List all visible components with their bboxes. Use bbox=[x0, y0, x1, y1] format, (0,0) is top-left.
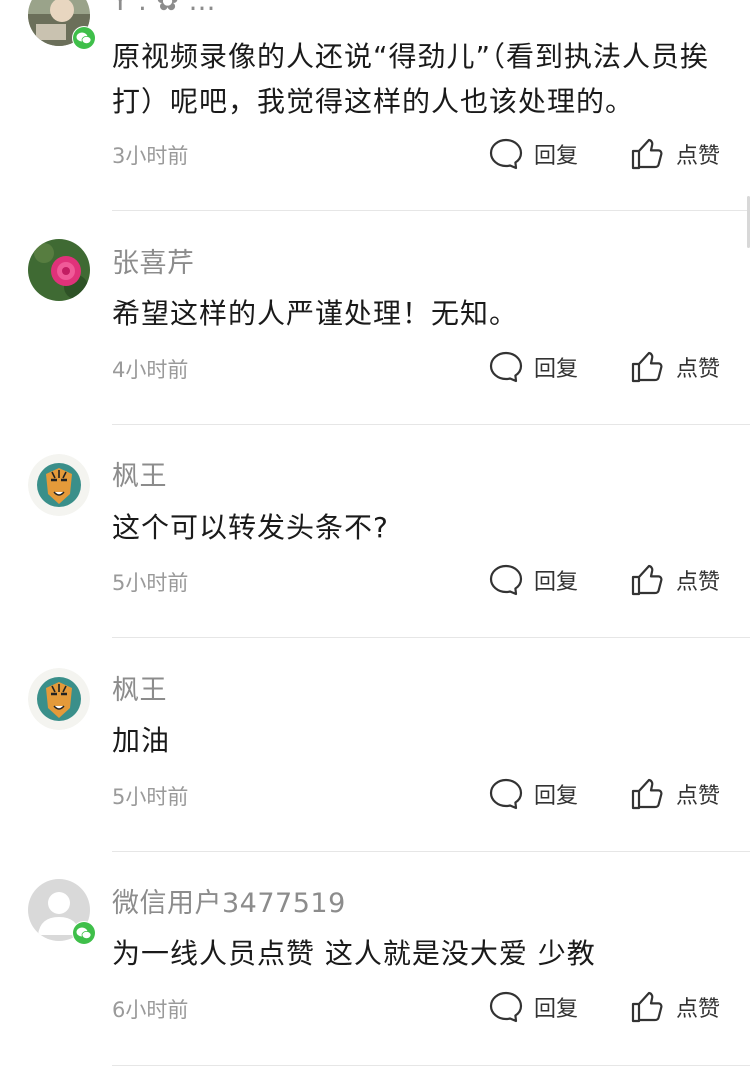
comment-time: 5小时前 bbox=[112, 571, 189, 595]
reply-label: 回复 bbox=[534, 144, 579, 169]
thumbs-up-icon bbox=[630, 989, 666, 1025]
comment-bubble-icon bbox=[488, 776, 524, 812]
comment-time: 5小时前 bbox=[112, 785, 189, 809]
like-button[interactable]: 点赞 bbox=[630, 776, 720, 812]
reply-label: 回复 bbox=[534, 997, 579, 1022]
thumbs-up-icon bbox=[630, 136, 666, 172]
username[interactable]: Y . ✿ … bbox=[112, 0, 216, 17]
thumbs-up-icon bbox=[630, 562, 666, 598]
username[interactable]: 微信用户3477519 bbox=[112, 881, 346, 920]
divider bbox=[112, 637, 750, 638]
comment-text: 原视频录像的人还说“得劲儿”（看到执法人员挨打）呢吧，我觉得这样的人也该处理的。 bbox=[112, 40, 710, 118]
like-label: 点赞 bbox=[676, 570, 721, 595]
comment-time: 3小时前 bbox=[112, 144, 189, 168]
divider bbox=[112, 424, 750, 425]
comment-bubble-icon bbox=[488, 349, 524, 385]
user-avatar[interactable] bbox=[28, 668, 90, 730]
thumbs-up-icon bbox=[630, 776, 666, 812]
reply-button[interactable]: 回复 bbox=[488, 136, 578, 172]
user-avatar[interactable] bbox=[28, 239, 90, 301]
comment-bubble-icon bbox=[488, 989, 524, 1025]
like-button[interactable]: 点赞 bbox=[630, 562, 720, 598]
reply-label: 回复 bbox=[534, 570, 579, 595]
reply-button[interactable]: 回复 bbox=[488, 349, 578, 385]
comment-feed: Y . ✿ … 原视频录像的人还说“得劲儿”（看到执法人员挨打）呢吧，我觉得这样… bbox=[0, 0, 750, 1073]
comment-text: 这个可以转发头条不? bbox=[112, 511, 389, 544]
divider bbox=[112, 851, 750, 852]
comment-time: 4小时前 bbox=[112, 358, 189, 382]
like-label: 点赞 bbox=[676, 144, 721, 169]
username[interactable]: 枫王 bbox=[112, 454, 167, 493]
wechat-icon bbox=[72, 26, 96, 50]
divider bbox=[112, 210, 750, 211]
reply-label: 回复 bbox=[534, 357, 579, 382]
divider bbox=[112, 1065, 750, 1066]
like-button[interactable]: 点赞 bbox=[630, 349, 720, 385]
reply-button[interactable]: 回复 bbox=[488, 562, 578, 598]
user-avatar[interactable] bbox=[28, 454, 90, 516]
reply-button[interactable]: 回复 bbox=[488, 776, 578, 812]
comment-bubble-icon bbox=[488, 136, 524, 172]
username[interactable]: 张喜芹 bbox=[112, 241, 195, 280]
like-label: 点赞 bbox=[676, 784, 721, 809]
username[interactable]: 枫王 bbox=[112, 668, 167, 707]
comment-text: 加油 bbox=[112, 724, 171, 757]
wechat-icon bbox=[72, 921, 96, 945]
user-avatar[interactable] bbox=[28, 0, 96, 50]
like-label: 点赞 bbox=[676, 997, 721, 1022]
reply-label: 回复 bbox=[534, 784, 579, 809]
like-label: 点赞 bbox=[676, 357, 721, 382]
like-button[interactable]: 点赞 bbox=[630, 136, 720, 172]
user-avatar[interactable] bbox=[28, 879, 96, 945]
comment-text: 希望这样的人严谨处理！无知。 bbox=[112, 297, 519, 330]
comment-text: 为一线人员点赞 这人就是没大爱 少教 bbox=[112, 937, 596, 970]
comment-bubble-icon bbox=[488, 562, 524, 598]
like-button[interactable]: 点赞 bbox=[630, 989, 720, 1025]
reply-button[interactable]: 回复 bbox=[488, 989, 578, 1025]
comment-time: 6小时前 bbox=[112, 998, 189, 1022]
thumbs-up-icon bbox=[630, 349, 666, 385]
